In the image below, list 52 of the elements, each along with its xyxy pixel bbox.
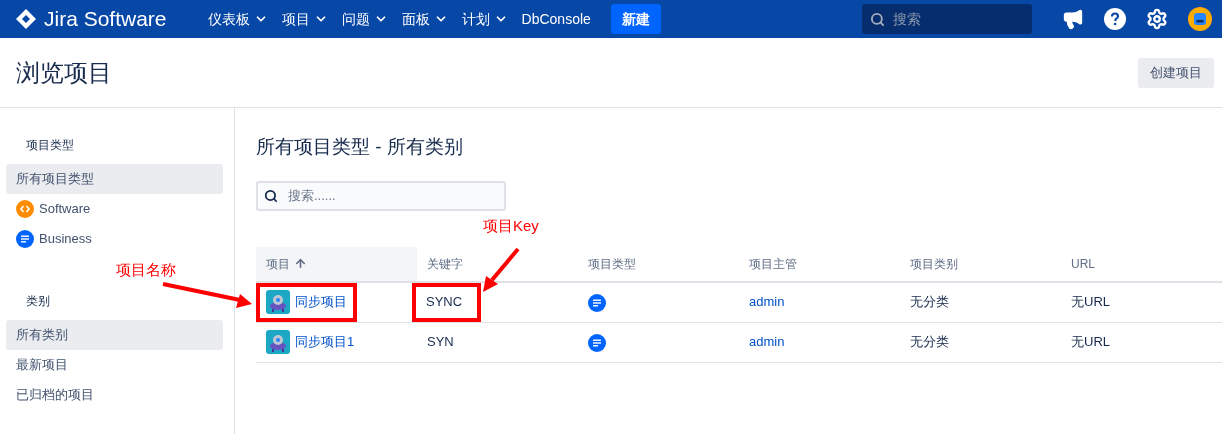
settings-icon[interactable]: [1146, 8, 1168, 30]
code-icon: [16, 200, 34, 218]
document-icon: [16, 230, 34, 248]
project-category: 无分类: [910, 334, 949, 350]
app-logo-text: Jira Software: [44, 6, 167, 33]
sidebar-item[interactable]: Software: [6, 194, 223, 224]
help-icon[interactable]: [1104, 8, 1126, 30]
nav-menu-item[interactable]: DbConsole: [514, 4, 598, 34]
nav-menu-item[interactable]: 面板: [394, 4, 455, 34]
logo-icon: [16, 9, 36, 29]
nav-menu-item[interactable]: 计划: [454, 4, 515, 34]
sidebar-item[interactable]: Business: [6, 224, 223, 254]
create-project-button[interactable]: 创建项目: [1138, 57, 1214, 88]
page-title: 浏览项目: [16, 57, 112, 88]
sidebar-heading: 项目类型: [25, 137, 75, 154]
project-name-link[interactable]: 同步项目1: [256, 322, 365, 362]
project-avatar-icon: [266, 330, 290, 354]
nav-menu-item[interactable]: 仪表板: [200, 4, 275, 34]
annotation-label: 项目名称: [116, 260, 176, 280]
column-header[interactable]: 项目主管: [739, 246, 900, 282]
search-field[interactable]: 搜索: [862, 4, 1032, 34]
sidebar-heading: 类别: [25, 293, 51, 310]
column-header[interactable]: 项目类别: [900, 246, 1061, 282]
search-icon: [264, 188, 278, 203]
user-avatar-icon[interactable]: [1188, 7, 1212, 31]
project-name-link[interactable]: 同步项目: [256, 282, 357, 322]
project-lead-link[interactable]: admin: [749, 294, 785, 310]
column-header[interactable]: URL: [1061, 246, 1222, 282]
nav-menu-item[interactable]: 项目: [274, 4, 335, 34]
sidebar-item[interactable]: 所有项目类型: [6, 164, 223, 194]
sort-arrow-icon: [294, 257, 307, 270]
section-heading: 所有项目类型 - 所有类别: [256, 135, 464, 159]
nav-menu-item[interactable]: 问题: [334, 4, 395, 34]
annotation-label: 项目Key: [483, 216, 539, 236]
annotation-arrow: [480, 246, 522, 294]
column-header[interactable]: 关键字: [417, 246, 578, 282]
project-category: 无分类: [910, 294, 949, 310]
create-button[interactable]: 新建: [610, 4, 661, 34]
project-url: 无URL: [1071, 294, 1110, 310]
project-search-field[interactable]: 搜索......: [256, 180, 506, 211]
column-header[interactable]: 项目类型: [578, 246, 739, 282]
megaphone-icon[interactable]: [1062, 8, 1084, 30]
project-key: SYNC: [412, 282, 482, 322]
search-icon: [870, 12, 885, 27]
sidebar-item[interactable]: 所有类别: [6, 320, 223, 350]
column-header[interactable]: 项目: [256, 246, 417, 282]
sidebar-item[interactable]: 最新项目: [6, 350, 223, 380]
project-url: 无URL: [1071, 334, 1110, 350]
project-key: SYN: [417, 322, 454, 362]
sidebar-item[interactable]: 已归档的项目: [6, 380, 223, 410]
project-avatar-icon: [266, 290, 290, 314]
project-lead-link[interactable]: admin: [749, 334, 785, 350]
